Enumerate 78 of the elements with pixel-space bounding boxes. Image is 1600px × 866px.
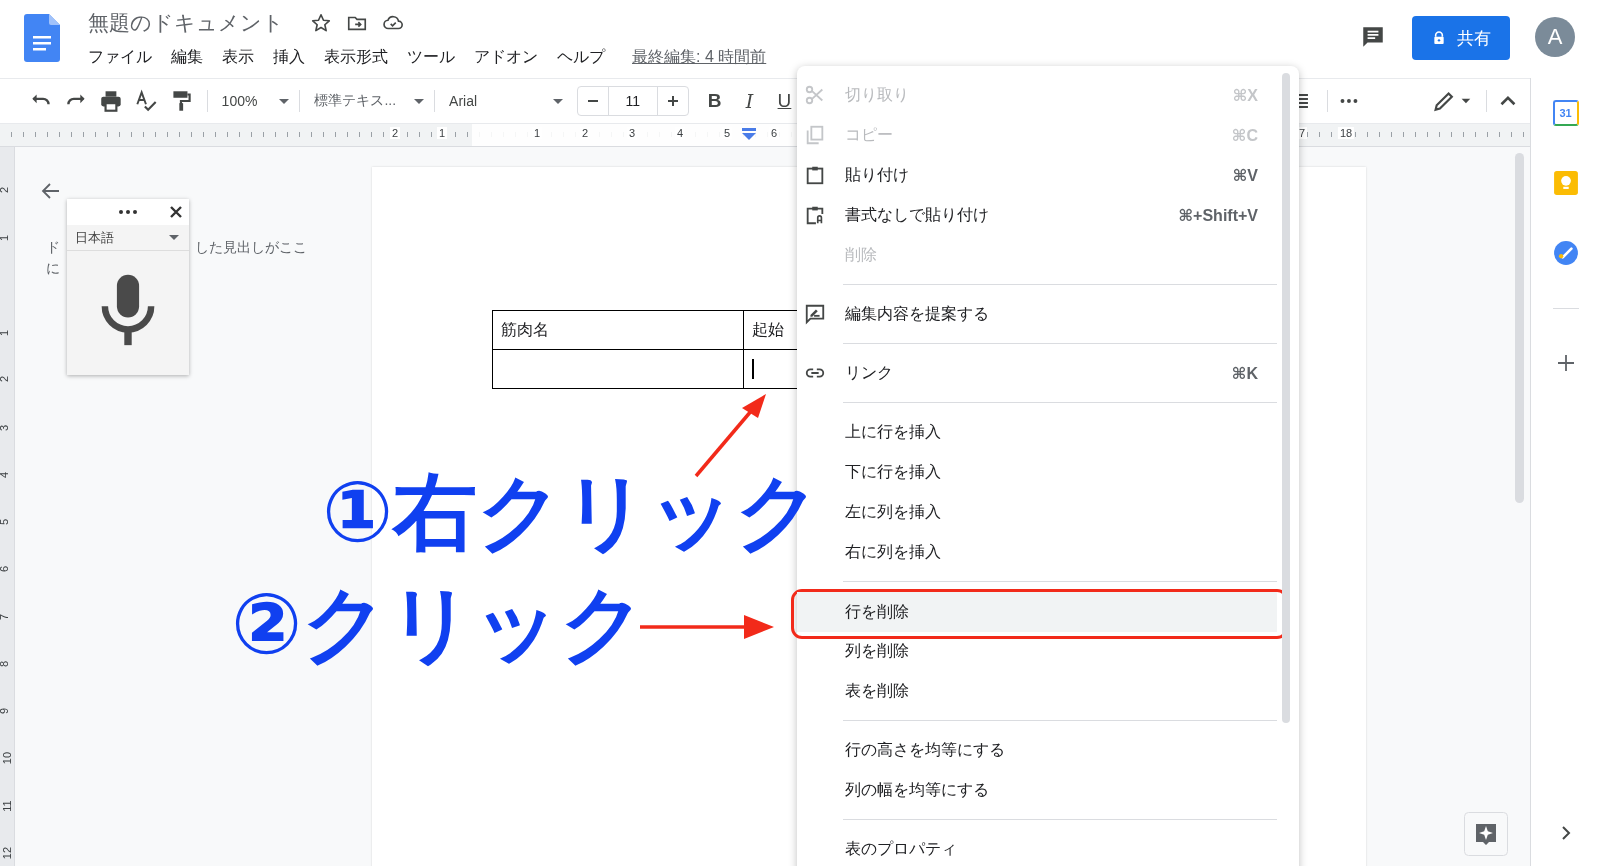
ruler-number: 7 [0,613,11,621]
style-dropdown[interactable]: 標準テキス... [308,86,431,116]
ruler-number: 3 [626,127,638,139]
menu-item[interactable]: 表を削除 [797,671,1277,711]
ruler-number: 3 [0,424,11,432]
table-cell[interactable]: 筋肉名 [492,310,744,350]
menu-bar-item[interactable]: 表示形式 [324,46,388,68]
ruler-number: 2 [0,186,11,194]
ruler-number: 4 [0,471,11,479]
ruler-number: 5 [721,127,733,139]
ruler-number: 18 [1337,127,1355,139]
menu-bar-item[interactable]: 挿入 [273,46,305,68]
outline-text: ド [46,239,60,257]
format-button[interactable]: I [735,87,764,115]
more-icon[interactable] [116,208,140,216]
menu-item[interactable]: リンク ⌘K [797,353,1277,393]
copy-icon [804,124,826,146]
share-button[interactable]: 共有 [1412,16,1510,60]
lock-icon [1431,30,1447,46]
plus-icon[interactable] [1555,353,1576,373]
ruler-number: 1 [531,127,543,139]
menu-item[interactable]: 列を削除 [797,631,1277,671]
menu-item[interactable]: 上に行を挿入 [797,412,1277,452]
clipboard-icon [804,164,826,186]
format-button[interactable]: B [700,87,729,115]
menu-item[interactable]: 行の高さを均等にする [797,730,1277,770]
menu-item[interactable]: 列の幅を均等にする [797,770,1277,810]
clipboard-icon [804,204,826,226]
menu-bar-item[interactable]: 編集 [171,46,203,68]
menu-bar-item[interactable]: ファイル [88,46,152,68]
scrollbar[interactable] [1282,73,1290,723]
star-icon[interactable] [310,12,332,34]
account-avatar[interactable]: A [1535,17,1575,57]
ruler-number: 11 [0,800,13,812]
menu-item[interactable]: 表のプロパティ [797,829,1277,866]
menu-bar-item[interactable]: ヘルプ [557,46,605,68]
menu-item[interactable]: 編集内容を提案する [797,294,1277,334]
document-icon[interactable] [24,14,60,62]
last-edit-link[interactable]: 最終編集: 4 時間前 [632,46,767,68]
ruler-number: 6 [768,127,780,139]
outline-text: に [46,260,60,278]
document-title[interactable]: 無題のドキュメント [88,9,284,37]
ruler-number: 12 [1,846,14,860]
text-cursor [752,359,754,379]
ruler-number: 2 [0,375,11,383]
language-dropdown[interactable]: 日本語 [67,225,189,251]
format-button[interactable]: U [770,87,799,115]
ruler-number: 1 [0,234,11,242]
menu-bar-item[interactable]: アドオン [474,46,538,68]
ruler-number: 4 [674,127,686,139]
scissors-icon [804,84,826,106]
menu-item[interactable]: 書式なしで貼り付け ⌘+Shift+V [797,195,1277,235]
ruler-number: 10 [1,751,14,765]
calendar-icon[interactable]: 31 [1552,100,1579,126]
explore-icon[interactable] [1464,812,1508,856]
microphone-icon[interactable] [100,273,156,347]
font-dropdown[interactable]: Arial [443,86,569,116]
table-cell[interactable] [492,349,744,389]
ruler-number: 6 [0,565,11,573]
outline-text: した見出しがここ [195,239,307,257]
menu-item[interactable]: 行を削除 [797,592,1277,632]
ruler-number: 5 [0,518,11,526]
scrollbar[interactable] [1515,153,1524,503]
ruler-number: 8 [0,660,11,668]
annotation-text: ②クリック [231,580,647,669]
ruler-number: 2 [579,127,591,139]
ruler-number: 1 [436,127,448,139]
menu-bar-item[interactable]: 表示 [222,46,254,68]
zoom-dropdown[interactable]: 100% [215,86,296,116]
ruler-number: 9 [0,707,11,715]
ruler-number: 2 [389,127,401,139]
close-icon[interactable] [169,205,183,219]
ruler-number: 1 [0,329,11,337]
check-circle-icon[interactable] [1552,240,1579,266]
menu-bar-item[interactable]: ツール [407,46,455,68]
pencil-bubble-icon [804,303,826,325]
indent-marker[interactable] [742,128,756,140]
menu-item[interactable]: 貼り付け ⌘V [797,155,1277,195]
